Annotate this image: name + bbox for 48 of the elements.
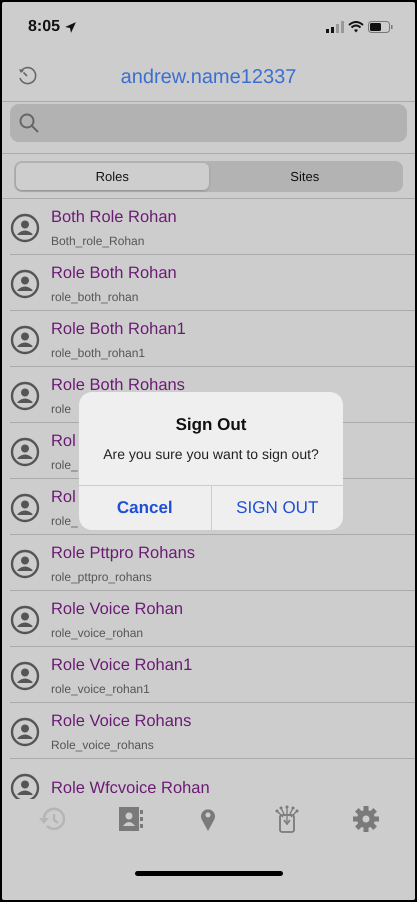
role-id: role_: [51, 513, 78, 530]
search-field[interactable]: [10, 104, 407, 142]
role-id: Both_role_Rohan: [51, 233, 144, 250]
dialog-message: Are you sure you want to sign out?: [102, 444, 320, 464]
person-circle-icon: [10, 213, 40, 243]
settings-icon[interactable]: [352, 805, 380, 833]
role-id: Role_voice_rohans: [51, 737, 154, 754]
person-circle-icon: [10, 325, 40, 355]
role-name: Both Role Rohan: [51, 207, 177, 228]
role-name: Rol: [51, 487, 76, 508]
person-circle-icon: [10, 605, 40, 635]
person-circle-icon: [10, 437, 40, 467]
person-circle-icon: [10, 717, 40, 747]
signal-icon: [326, 21, 344, 33]
clock-time: 8:05: [28, 17, 60, 37]
sign-out-button[interactable]: SIGN OUT: [210, 486, 343, 530]
role-id: role_both_rohan1: [51, 345, 146, 362]
search-icon: [18, 112, 40, 134]
role-name: Role Wfcvoice Rohan: [51, 778, 210, 799]
role-name: Role Voice Rohan: [51, 599, 184, 620]
role-name: Role Both Rohan: [51, 263, 177, 284]
cancel-button[interactable]: Cancel: [79, 486, 210, 530]
role-id: role_voice_rohan: [51, 625, 144, 642]
role-name: Role Voice Rohan1: [51, 655, 192, 676]
role-name: Rol: [51, 431, 76, 452]
role-id: role_voice_rohan1: [51, 681, 150, 698]
role-id: role_both_rohan: [51, 289, 138, 306]
person-circle-icon: [10, 549, 40, 579]
history-icon[interactable]: [17, 66, 37, 86]
role-name: Role Pttpro Rohans: [51, 543, 195, 564]
account-title: andrew.name12337: [120, 64, 296, 90]
role-name: Role Both Rohans: [51, 375, 185, 396]
role-name: Role Voice Rohans: [51, 711, 192, 732]
person-circle-icon: [10, 381, 40, 411]
person-circle-icon: [10, 269, 40, 299]
role-id: role_pttpro_rohans: [51, 569, 152, 586]
person-circle-icon: [10, 661, 40, 691]
segment-tab[interactable]: Sites: [208, 163, 401, 190]
role-id: role_: [51, 457, 78, 474]
battery-icon: [368, 21, 393, 33]
phone-network-icon[interactable]: [273, 805, 302, 833]
person-circle-icon: [10, 493, 40, 523]
role-name: Role Both Rohan1: [51, 319, 186, 340]
wifi-icon: [348, 21, 364, 33]
segment-tab[interactable]: Roles: [16, 163, 208, 190]
location-arrow-icon: [64, 20, 78, 34]
role-id: role: [51, 401, 72, 418]
dialog-title: Sign Out: [174, 414, 248, 436]
